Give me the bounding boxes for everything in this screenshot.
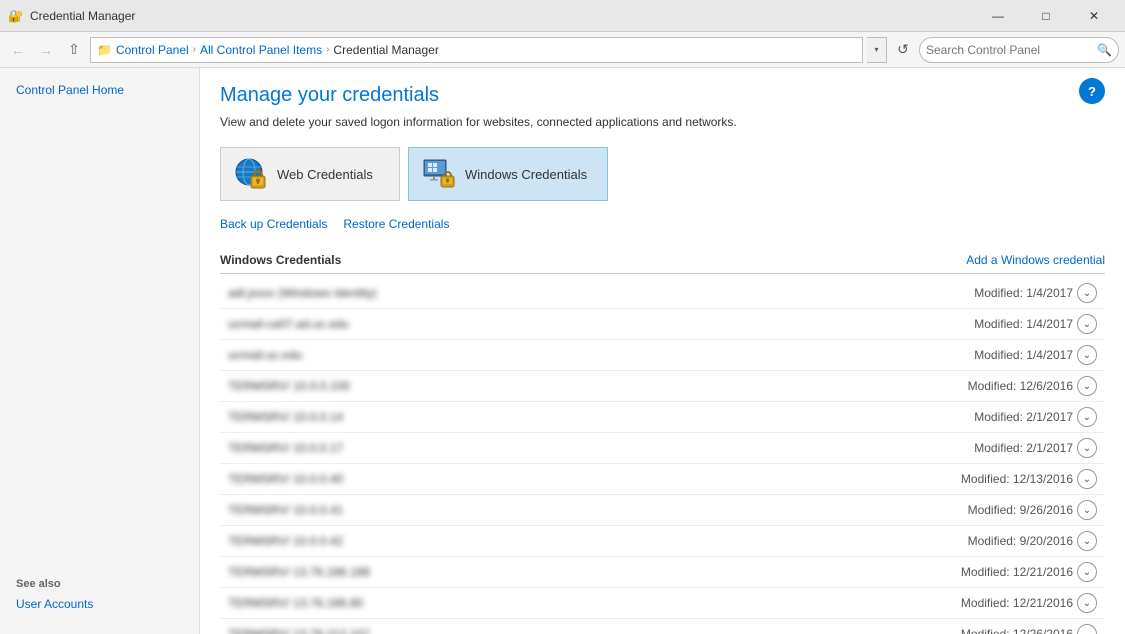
sidebar: Control Panel Home See also User Account… [0,68,200,634]
table-row[interactable]: TERMSRV/ 10.0.0.42 Modified: 9/20/2016⌄ [220,526,1105,557]
tab-web-credentials-label: Web Credentials [277,167,373,182]
up-button[interactable]: ⇧ [62,38,86,62]
add-windows-credential-link[interactable]: Add a Windows credential [966,253,1105,267]
search-input[interactable] [926,43,1097,57]
tab-windows-credentials-label: Windows Credentials [465,167,587,182]
credential-name: TERMSRV/ 10.0.0.14 [228,410,343,424]
action-links: Back up Credentials Restore Credentials [220,217,1105,231]
table-row[interactable]: ucmail-ca07.ad.uc.edu Modified: 1/4/2017⌄ [220,309,1105,340]
credential-expand-button[interactable]: ⌄ [1077,562,1097,582]
maximize-button[interactable]: □ [1023,1,1069,31]
credential-date: Modified: 9/20/2016⌄ [968,531,1097,551]
credential-name: ucmail-ca07.ad.uc.edu [228,317,349,331]
table-row[interactable]: TERMSRV/ 13.76.186.80 Modified: 12/21/201… [220,588,1105,619]
credentials-section-title: Windows Credentials [220,253,341,267]
table-row[interactable]: TERMSRV/ 10.0.0.14 Modified: 2/1/2017⌄ [220,402,1105,433]
address-dropdown-button[interactable]: ▾ [867,37,887,63]
search-box[interactable]: 🔍 [919,37,1119,63]
credential-expand-button[interactable]: ⌄ [1077,376,1097,396]
credential-date: Modified: 12/21/2016⌄ [961,562,1097,582]
table-row[interactable]: TERMSRV/ 13.76.186.188 Modified: 12/21/20… [220,557,1105,588]
credential-expand-button[interactable]: ⌄ [1077,531,1097,551]
back-button[interactable]: ← [6,38,30,62]
table-row[interactable]: TERMSRV/ 10.0.0.41 Modified: 9/26/2016⌄ [220,495,1105,526]
table-row[interactable]: TERMSRV/ 13.76.212.107 Modified: 12/26/20… [220,619,1105,634]
credential-name: TERMSRV/ 10.0.0.41 [228,503,343,517]
sidebar-bottom: See also User Accounts [0,556,199,622]
main-layout: Control Panel Home See also User Account… [0,68,1125,634]
credential-date: Modified: 1/4/2017⌄ [974,314,1097,334]
table-row[interactable]: TERMSRV/ 10.0.0.100 Modified: 12/6/2016⌄ [220,371,1105,402]
credential-tabs: Web Credentials [220,147,1105,201]
sidebar-control-panel-home[interactable]: Control Panel Home [0,80,199,100]
credential-expand-button[interactable]: ⌄ [1077,345,1097,365]
credential-date: Modified: 12/6/2016⌄ [968,376,1097,396]
credential-name: TERMSRV/ 10.0.0.100 [228,379,350,393]
table-row[interactable]: adt.jxxxx (Windows Identity) Modified: 1/… [220,278,1105,309]
credential-date: Modified: 12/26/2016⌄ [961,624,1097,634]
app-icon: 🔐 [8,8,24,24]
credential-name: TERMSRV/ 10.0.0.17 [228,441,343,455]
credential-expand-button[interactable]: ⌄ [1077,314,1097,334]
credential-date: Modified: 9/26/2016⌄ [968,500,1097,520]
credential-expand-button[interactable]: ⌄ [1077,593,1097,613]
credentials-list-header: Windows Credentials Add a Windows creden… [220,247,1105,274]
content-inner: ? Manage your credentials View and delet… [200,68,1125,634]
credential-name: adt.jxxxx (Windows Identity) [228,286,377,300]
credential-date: Modified: 12/21/2016⌄ [961,593,1097,613]
table-row[interactable]: TERMSRV/ 10.0.0.17 Modified: 2/1/2017⌄ [220,433,1105,464]
refresh-button[interactable]: ↺ [891,38,915,62]
see-also-label: See also [0,564,199,594]
credential-name: TERMSRV/ 10.0.0.40 [228,472,343,486]
credential-expand-button[interactable]: ⌄ [1077,283,1097,303]
sidebar-user-accounts[interactable]: User Accounts [0,594,199,614]
breadcrumb-all-items[interactable]: All Control Panel Items [200,43,322,57]
credential-name: TERMSRV/ 13.76.186.188 [228,565,370,579]
table-row[interactable]: TERMSRV/ 10.0.0.40 Modified: 12/13/2016⌄ [220,464,1105,495]
breadcrumb-current: Credential Manager [333,43,438,57]
credentials-list: adt.jxxxx (Windows Identity) Modified: 1/… [220,278,1105,634]
credential-name: ucmail.uc.edu [228,348,302,362]
backup-credentials-link[interactable]: Back up Credentials [220,217,327,231]
page-title: Manage your credentials [220,84,1105,107]
credential-date: Modified: 2/1/2017⌄ [974,407,1097,427]
address-bar-row: ← → ⇧ 📁 Control Panel › All Control Pane… [0,32,1125,68]
credential-expand-button[interactable]: ⌄ [1077,407,1097,427]
address-bar[interactable]: 📁 Control Panel › All Control Panel Item… [90,37,863,63]
credential-expand-button[interactable]: ⌄ [1077,438,1097,458]
content-area: ? Manage your credentials View and delet… [200,68,1125,634]
credential-date: Modified: 2/1/2017⌄ [974,438,1097,458]
credential-name: TERMSRV/ 10.0.0.42 [228,534,343,548]
breadcrumb-control-panel[interactable]: Control Panel [116,43,189,57]
credential-date: Modified: 12/13/2016⌄ [961,469,1097,489]
close-button[interactable]: ✕ [1071,1,1117,31]
credential-expand-button[interactable]: ⌄ [1077,500,1097,520]
credential-date: Modified: 1/4/2017⌄ [974,345,1097,365]
credential-date: Modified: 1/4/2017⌄ [974,283,1097,303]
page-subtitle: View and delete your saved logon informa… [220,115,1105,129]
window-title: Credential Manager [30,9,975,23]
credential-name: TERMSRV/ 13.76.212.107 [228,627,370,634]
minimize-button[interactable]: — [975,1,1021,31]
search-icon[interactable]: 🔍 [1097,43,1112,57]
credential-name: TERMSRV/ 13.76.186.80 [228,596,363,610]
restore-credentials-link[interactable]: Restore Credentials [343,217,449,231]
windows-credentials-icon [421,156,457,192]
window-controls: — □ ✕ [975,1,1117,31]
title-bar: 🔐 Credential Manager — □ ✕ [0,0,1125,32]
address-icon: 📁 [97,43,112,57]
help-button[interactable]: ? [1079,78,1105,104]
web-credentials-icon [233,156,269,192]
tab-web-credentials[interactable]: Web Credentials [220,147,400,201]
credential-expand-button[interactable]: ⌄ [1077,624,1097,634]
tab-windows-credentials[interactable]: Windows Credentials [408,147,608,201]
forward-button[interactable]: → [34,38,58,62]
table-row[interactable]: ucmail.uc.edu Modified: 1/4/2017⌄ [220,340,1105,371]
credential-expand-button[interactable]: ⌄ [1077,469,1097,489]
